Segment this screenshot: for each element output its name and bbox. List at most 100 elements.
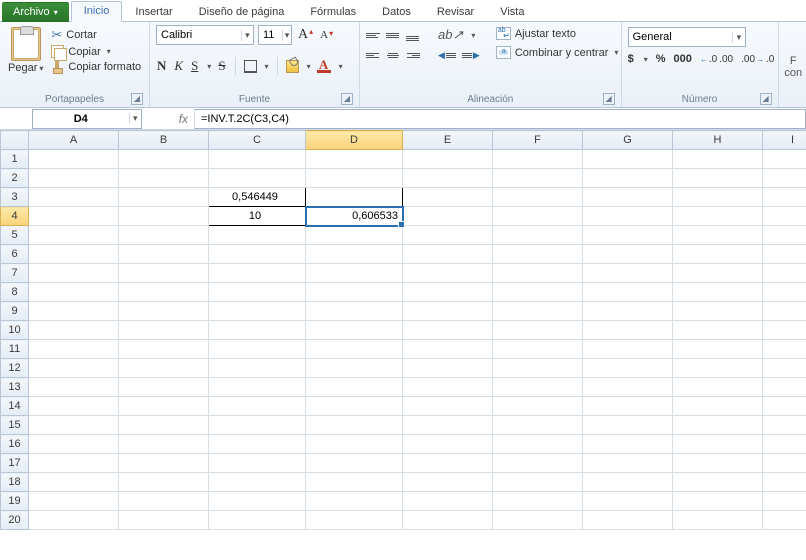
align-center-button[interactable] [386, 49, 400, 61]
cell-G11[interactable] [583, 340, 673, 359]
cell-G7[interactable] [583, 264, 673, 283]
cell-A16[interactable] [29, 435, 119, 454]
dialog-launcher-icon[interactable]: ◢ [603, 93, 615, 105]
align-left-button[interactable] [366, 49, 380, 61]
cell-H20[interactable] [673, 511, 763, 530]
chevron-down-icon[interactable]: ▾ [732, 32, 745, 43]
cell-C6[interactable] [209, 245, 306, 264]
cell-A2[interactable] [29, 169, 119, 188]
cell-F15[interactable] [493, 416, 583, 435]
cell-E16[interactable] [403, 435, 493, 454]
cell-A18[interactable] [29, 473, 119, 492]
cell-D20[interactable] [306, 511, 403, 530]
decrease-decimal-button[interactable]: .00→.0 [741, 53, 774, 65]
align-right-button[interactable] [406, 49, 420, 61]
italic-button[interactable]: K [173, 58, 184, 74]
cell-D11[interactable] [306, 340, 403, 359]
cell-B7[interactable] [119, 264, 209, 283]
row-header-16[interactable]: 16 [1, 435, 29, 454]
col-header-A[interactable]: A [29, 131, 119, 150]
cell-H15[interactable] [673, 416, 763, 435]
col-header-H[interactable]: H [673, 131, 763, 150]
cell-H12[interactable] [673, 359, 763, 378]
cell-C5[interactable] [209, 226, 306, 245]
cell-E5[interactable] [403, 226, 493, 245]
row-header-7[interactable]: 7 [1, 264, 29, 283]
cell-I6[interactable] [763, 245, 806, 264]
cell-F8[interactable] [493, 283, 583, 302]
border-button[interactable] [244, 60, 257, 73]
cell-G16[interactable] [583, 435, 673, 454]
cell-D9[interactable] [306, 302, 403, 321]
cell-A19[interactable] [29, 492, 119, 511]
align-bottom-button[interactable] [406, 29, 420, 41]
cell-F20[interactable] [493, 511, 583, 530]
cell-E17[interactable] [403, 454, 493, 473]
cell-E6[interactable] [403, 245, 493, 264]
cell-I18[interactable] [763, 473, 806, 492]
cell-G2[interactable] [583, 169, 673, 188]
row-header-12[interactable]: 12 [1, 359, 29, 378]
align-middle-button[interactable] [386, 29, 400, 41]
cell-H7[interactable] [673, 264, 763, 283]
cell-H6[interactable] [673, 245, 763, 264]
chevron-down-icon[interactable]: ▾ [471, 31, 475, 40]
cell-G20[interactable] [583, 511, 673, 530]
row-header-13[interactable]: 13 [1, 378, 29, 397]
cell-G15[interactable] [583, 416, 673, 435]
cell-H8[interactable] [673, 283, 763, 302]
row-header-6[interactable]: 6 [1, 245, 29, 264]
cell-B14[interactable] [119, 397, 209, 416]
cell-D8[interactable] [306, 283, 403, 302]
cell-I3[interactable] [763, 188, 806, 207]
paste-button[interactable]: Pegar▾ [6, 25, 45, 76]
cell-H14[interactable] [673, 397, 763, 416]
col-header-G[interactable]: G [583, 131, 673, 150]
orientation-button[interactable]: ab↗ [438, 27, 463, 43]
row-header-15[interactable]: 15 [1, 416, 29, 435]
cell-H1[interactable] [673, 150, 763, 169]
copy-button[interactable]: Copiar▾ [51, 45, 141, 58]
cell-D18[interactable] [306, 473, 403, 492]
cell-H19[interactable] [673, 492, 763, 511]
tab-review[interactable]: Revisar [424, 2, 487, 22]
cell-A15[interactable] [29, 416, 119, 435]
row-header-20[interactable]: 20 [1, 511, 29, 530]
cell-G6[interactable] [583, 245, 673, 264]
percent-button[interactable]: % [656, 53, 666, 65]
cell-I13[interactable] [763, 378, 806, 397]
cell-A7[interactable] [29, 264, 119, 283]
name-box-input[interactable] [33, 113, 129, 125]
cell-B9[interactable] [119, 302, 209, 321]
cell-C3[interactable]: 0,546449 [209, 188, 306, 207]
cell-F2[interactable] [493, 169, 583, 188]
cell-G9[interactable] [583, 302, 673, 321]
cell-B17[interactable] [119, 454, 209, 473]
chevron-down-icon[interactable]: ▾ [129, 113, 142, 124]
fill-color-button[interactable] [286, 60, 299, 73]
cell-F6[interactable] [493, 245, 583, 264]
font-size-combo[interactable]: ▾ [258, 25, 292, 45]
cell-A14[interactable] [29, 397, 119, 416]
cell-F16[interactable] [493, 435, 583, 454]
row-header-17[interactable]: 17 [1, 454, 29, 473]
chevron-down-icon[interactable]: ▾ [265, 62, 269, 71]
chevron-down-icon[interactable]: ▾ [241, 30, 253, 41]
cell-B11[interactable] [119, 340, 209, 359]
cell-B6[interactable] [119, 245, 209, 264]
wrap-text-button[interactable]: Ajustar texto [496, 27, 619, 40]
cell-C11[interactable] [209, 340, 306, 359]
cell-C2[interactable] [209, 169, 306, 188]
cell-F5[interactable] [493, 226, 583, 245]
cell-E7[interactable] [403, 264, 493, 283]
cell-E19[interactable] [403, 492, 493, 511]
cell-C10[interactable] [209, 321, 306, 340]
cell-H2[interactable] [673, 169, 763, 188]
cell-E15[interactable] [403, 416, 493, 435]
cell-E12[interactable] [403, 359, 493, 378]
strike-button[interactable]: S [217, 58, 226, 74]
cell-H5[interactable] [673, 226, 763, 245]
cell-A5[interactable] [29, 226, 119, 245]
cell-B15[interactable] [119, 416, 209, 435]
dialog-launcher-icon[interactable]: ◢ [341, 93, 353, 105]
